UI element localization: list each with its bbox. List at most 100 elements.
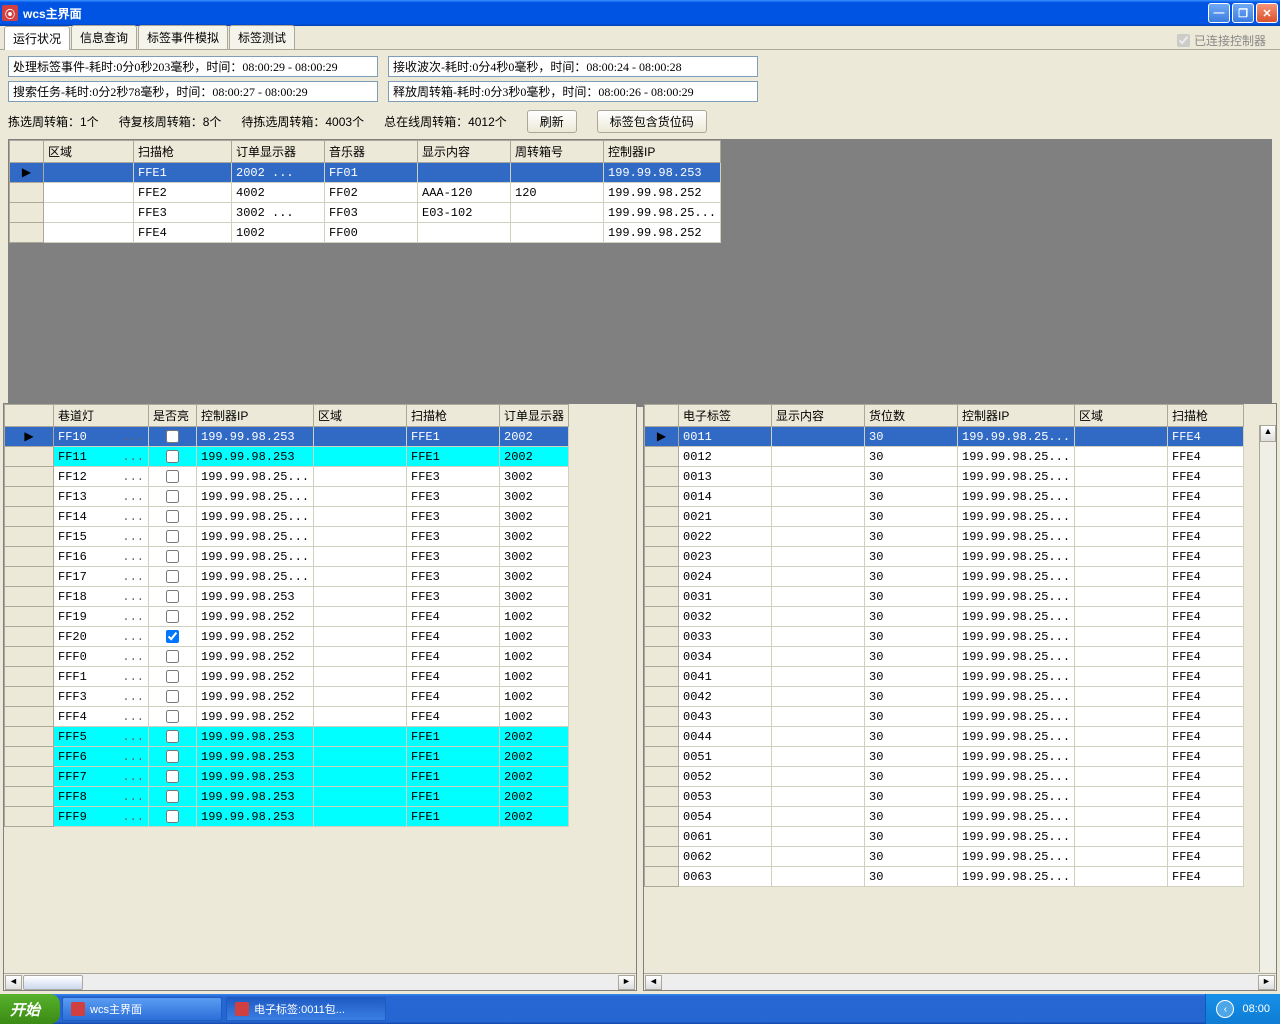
cell[interactable]: AAA-120 (418, 183, 511, 203)
table-row[interactable]: 001230199.99.98.25...FFE4 (645, 447, 1244, 467)
row-header[interactable] (5, 567, 54, 587)
row-header[interactable] (645, 607, 679, 627)
checkbox-cell[interactable] (149, 507, 197, 527)
cell[interactable]: FFE4 (407, 607, 500, 627)
cell[interactable]: 199.99.98.25... (958, 847, 1075, 867)
cell[interactable]: 3002 (500, 507, 569, 527)
cell[interactable]: FFE4 (1168, 447, 1244, 467)
cell[interactable] (1075, 747, 1168, 767)
cell[interactable]: 2002 (500, 787, 569, 807)
row-header[interactable] (645, 727, 679, 747)
cell[interactable] (772, 687, 865, 707)
cell[interactable] (772, 787, 865, 807)
cell[interactable]: FFE4 (1168, 627, 1244, 647)
row-header[interactable] (5, 467, 54, 487)
cell[interactable] (1075, 447, 1168, 467)
scroll-thumb[interactable] (23, 975, 83, 990)
row-header[interactable] (5, 627, 54, 647)
cell[interactable] (772, 707, 865, 727)
cell[interactable] (1075, 687, 1168, 707)
checkbox-cell[interactable] (149, 767, 197, 787)
row-header[interactable] (645, 467, 679, 487)
cell[interactable] (314, 807, 407, 827)
table-row[interactable]: FFF3...199.99.98.252FFE41002 (5, 687, 569, 707)
table-row[interactable]: FF15...199.99.98.25...FFE33002 (5, 527, 569, 547)
cell[interactable] (1075, 547, 1168, 567)
cell[interactable]: 199.99.98.252 (197, 687, 314, 707)
table-row[interactable]: FFF9...199.99.98.253FFE12002 (5, 807, 569, 827)
table-row[interactable]: 006130199.99.98.25...FFE4 (645, 827, 1244, 847)
cell[interactable]: 199.99.98.25... (197, 567, 314, 587)
cell[interactable]: 199.99.98.253 (197, 587, 314, 607)
table-row[interactable]: FF20...199.99.98.252FFE41002 (5, 627, 569, 647)
cell[interactable]: 3002 (500, 527, 569, 547)
cell[interactable]: 199.99.98.25... (958, 607, 1075, 627)
cell[interactable]: 199.99.98.25... (197, 507, 314, 527)
cell[interactable]: 199.99.98.25... (197, 547, 314, 567)
row-header[interactable] (5, 587, 54, 607)
cell[interactable]: FFE4 (1168, 747, 1244, 767)
col-header[interactable]: 控制器IP (604, 141, 721, 163)
cell[interactable]: 3002 (500, 567, 569, 587)
cell[interactable]: FFE4 (1168, 867, 1244, 887)
cell[interactable]: 0043 (679, 707, 772, 727)
table-row[interactable]: FF18...199.99.98.253FFE33002 (5, 587, 569, 607)
cell[interactable]: 0054 (679, 807, 772, 827)
cell[interactable]: 199.99.98.25... (958, 627, 1075, 647)
table-row[interactable]: FFE24002FF02AAA-120120199.99.98.252 (10, 183, 721, 203)
cell[interactable]: FFF9... (54, 807, 149, 827)
row-header[interactable] (10, 183, 44, 203)
cell[interactable]: 199.99.98.25... (958, 427, 1075, 447)
cell[interactable]: 0012 (679, 447, 772, 467)
cell[interactable] (1075, 727, 1168, 747)
row-header[interactable] (645, 627, 679, 647)
cell[interactable]: 199.99.98.25... (958, 487, 1075, 507)
right-v-scroll[interactable]: ▲ (1259, 425, 1276, 972)
cell[interactable]: 2002 ... (232, 163, 325, 183)
cell[interactable] (1075, 667, 1168, 687)
cell[interactable]: FFE4 (1168, 607, 1244, 627)
table-row[interactable]: 006330199.99.98.25...FFE4 (645, 867, 1244, 887)
cell[interactable]: FFF7... (54, 767, 149, 787)
checkbox-cell[interactable] (149, 487, 197, 507)
cell[interactable]: 0032 (679, 607, 772, 627)
cell[interactable] (772, 427, 865, 447)
tab-1[interactable]: 信息查询 (71, 25, 137, 49)
tray-expand-icon[interactable]: ‹ (1216, 1000, 1234, 1018)
cell[interactable]: 30 (865, 487, 958, 507)
row-header[interactable]: ▶ (10, 163, 44, 183)
cell[interactable]: FFE4 (407, 707, 500, 727)
cell[interactable] (1075, 767, 1168, 787)
cell[interactable]: FFE4 (407, 687, 500, 707)
table-row[interactable]: 001430199.99.98.25...FFE4 (645, 487, 1244, 507)
cell[interactable]: 30 (865, 507, 958, 527)
cell[interactable]: FFE3 (407, 487, 500, 507)
cell[interactable] (418, 163, 511, 183)
cell[interactable]: 199.99.98.253 (197, 767, 314, 787)
cell[interactable] (772, 607, 865, 627)
cell[interactable]: 199.99.98.25... (958, 767, 1075, 787)
taskbar-item[interactable]: wcs主界面 (62, 997, 222, 1021)
cell[interactable]: 199.99.98.253 (197, 807, 314, 827)
cell[interactable] (44, 223, 134, 243)
cell[interactable] (1075, 607, 1168, 627)
cell[interactable] (314, 747, 407, 767)
cell[interactable]: 3002 ... (232, 203, 325, 223)
cell[interactable] (772, 447, 865, 467)
cell[interactable] (1075, 467, 1168, 487)
col-header[interactable]: 控制器IP (958, 405, 1075, 427)
table-row[interactable]: FFF5...199.99.98.253FFE12002 (5, 727, 569, 747)
cell[interactable]: FFE4 (134, 223, 232, 243)
cell[interactable]: 199.99.98.25... (958, 747, 1075, 767)
cell[interactable]: 30 (865, 667, 958, 687)
cell[interactable]: 0031 (679, 587, 772, 607)
table-row[interactable]: ▶FF10...199.99.98.253FFE12002 (5, 427, 569, 447)
checkbox-cell[interactable] (149, 727, 197, 747)
table-row[interactable]: FF13...199.99.98.25...FFE33002 (5, 487, 569, 507)
cell[interactable]: FFE4 (1168, 507, 1244, 527)
cell[interactable] (772, 487, 865, 507)
cell[interactable]: 199.99.98.252 (197, 627, 314, 647)
taskbar-item[interactable]: 电子标签:0011包... (226, 997, 386, 1021)
top-grid[interactable]: 区域扫描枪订单显示器音乐器显示内容周转箱号控制器IP▶FFE12002 ...F… (8, 139, 1272, 407)
checkbox-cell[interactable] (149, 427, 197, 447)
